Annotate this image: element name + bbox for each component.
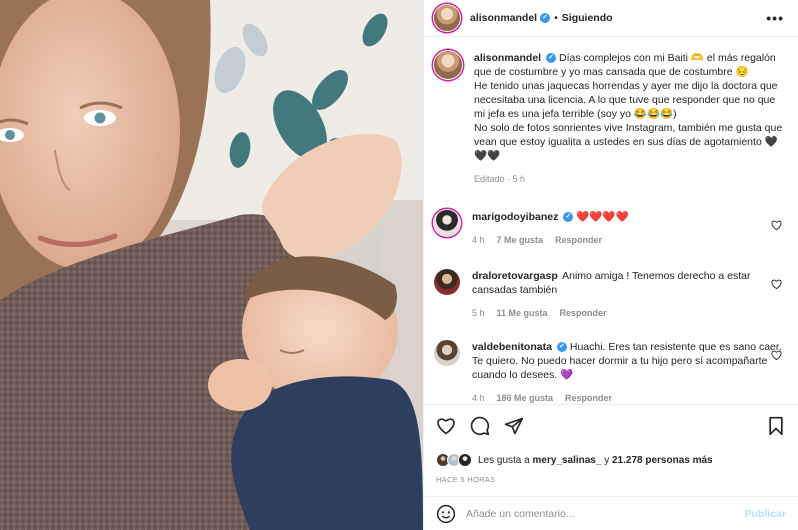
comment-time: 5 h [472,308,485,318]
likes-prefix: Les gusta a [478,454,533,466]
save-bookmark-icon[interactable] [766,416,786,436]
reply-button[interactable]: Responder [565,391,612,404]
reply-button[interactable]: Responder [560,306,607,320]
likes-text: Les gusta a mery_salinas_ y 21.278 perso… [478,455,713,466]
caption-body: alisonmandel ✓ Días complejos con mi Bait… [474,51,786,186]
share-icon[interactable] [504,416,524,436]
like-heart-icon[interactable] [436,416,456,436]
likes-summary: Les gusta a mery_salinas_ y 21.278 perso… [436,453,786,467]
post-panel: alisonmandel ✓ • Siguiendo ••• alisonman… [423,0,798,530]
post-photo[interactable] [0,0,423,530]
caption: alisonmandel ✓ Días complejos con mi Bait… [434,51,786,186]
comment-username[interactable]: valdebenitonata [472,341,552,353]
comment-time: 4 h [472,393,485,403]
comment-meta: 5 h 11 Me gusta Responder [472,306,786,320]
verified-badge-icon: ✓ [546,53,557,64]
comment-avatar[interactable] [434,340,460,366]
photo-illustration [0,0,423,530]
emoji-icon[interactable] [436,504,456,524]
caption-edited: Editado · 5 h [474,174,526,184]
more-options-icon[interactable]: ••• [766,10,784,26]
comment-likes[interactable]: 7 Me gusta [497,233,544,247]
comment-body: draloretovargasp Animo amiga ! Tenemos d… [472,269,786,320]
reply-button[interactable]: Responder [555,233,602,247]
post-actions: Les gusta a mery_salinas_ y 21.278 perso… [424,404,798,496]
comment-username[interactable]: draloretovargasp [472,270,558,282]
add-comment-bar: Añade un comentario... Publicar [424,496,798,530]
header-info: alisonmandel ✓ • Siguiendo [470,12,613,24]
comment-like-heart-icon[interactable] [771,350,782,361]
comment-avatar[interactable] [434,210,460,236]
verified-badge-icon: ✓ [540,13,551,23]
comments-list[interactable]: alisonmandel ✓ Días complejos con mi Bait… [424,37,798,404]
author-username[interactable]: alisonmandel [470,12,537,24]
publish-button[interactable]: Publicar [745,508,786,520]
liker-avatar[interactable] [458,453,472,467]
post-timestamp: HACE 5 HORAS [436,475,496,484]
action-icons [436,415,786,437]
likes-user[interactable]: mery_salinas_ [532,455,601,466]
post-header: alisonmandel ✓ • Siguiendo ••• [424,0,798,37]
comment-like-heart-icon[interactable] [771,220,782,231]
comment-body: valdebenitonata ✓ Huachi. Eres tan resist… [472,340,786,404]
comment-like-heart-icon[interactable] [771,279,782,290]
comment-meta: 4 h 7 Me gusta Responder [472,233,786,247]
author-avatar[interactable] [434,5,460,31]
comment-item: valdebenitonata ✓ Huachi. Eres tan resist… [434,340,786,404]
verified-badge-icon: ✓ [563,212,574,223]
following-button[interactable]: Siguiendo [562,12,613,24]
comment-icon[interactable] [470,416,490,436]
comment-meta: 4 h 186 Me gusta Responder [472,391,786,404]
comment-time: 4 h [472,235,485,245]
caption-meta: Editado · 5 h [474,172,786,186]
comment-username[interactable]: marigodoyibanez [472,211,558,223]
comment-avatar[interactable] [434,269,460,295]
header-separator: • [554,12,558,24]
likes-middle: y [601,454,612,466]
comment-likes[interactable]: 186 Me gusta [497,391,554,404]
likes-count[interactable]: 21.278 personas más [612,455,713,466]
verified-badge-icon: ✓ [556,342,567,353]
caption-avatar[interactable] [434,51,462,79]
comment-input[interactable]: Añade un comentario... [466,508,745,520]
caption-username[interactable]: alisonmandel [474,52,541,64]
comment-body: marigodoyibanez ✓ ❤️❤️❤️❤️ 4 h 7 Me gusta… [472,210,786,247]
comment-likes[interactable]: 11 Me gusta [497,306,548,320]
caption-text: Días complejos con mi Baiti 🫶 el más reg… [474,52,783,162]
comment-text: ❤️❤️❤️❤️ [576,211,629,223]
comment-item: draloretovargasp Animo amiga ! Tenemos d… [434,269,786,320]
comment-item: marigodoyibanez ✓ ❤️❤️❤️❤️ 4 h 7 Me gusta… [434,210,786,247]
